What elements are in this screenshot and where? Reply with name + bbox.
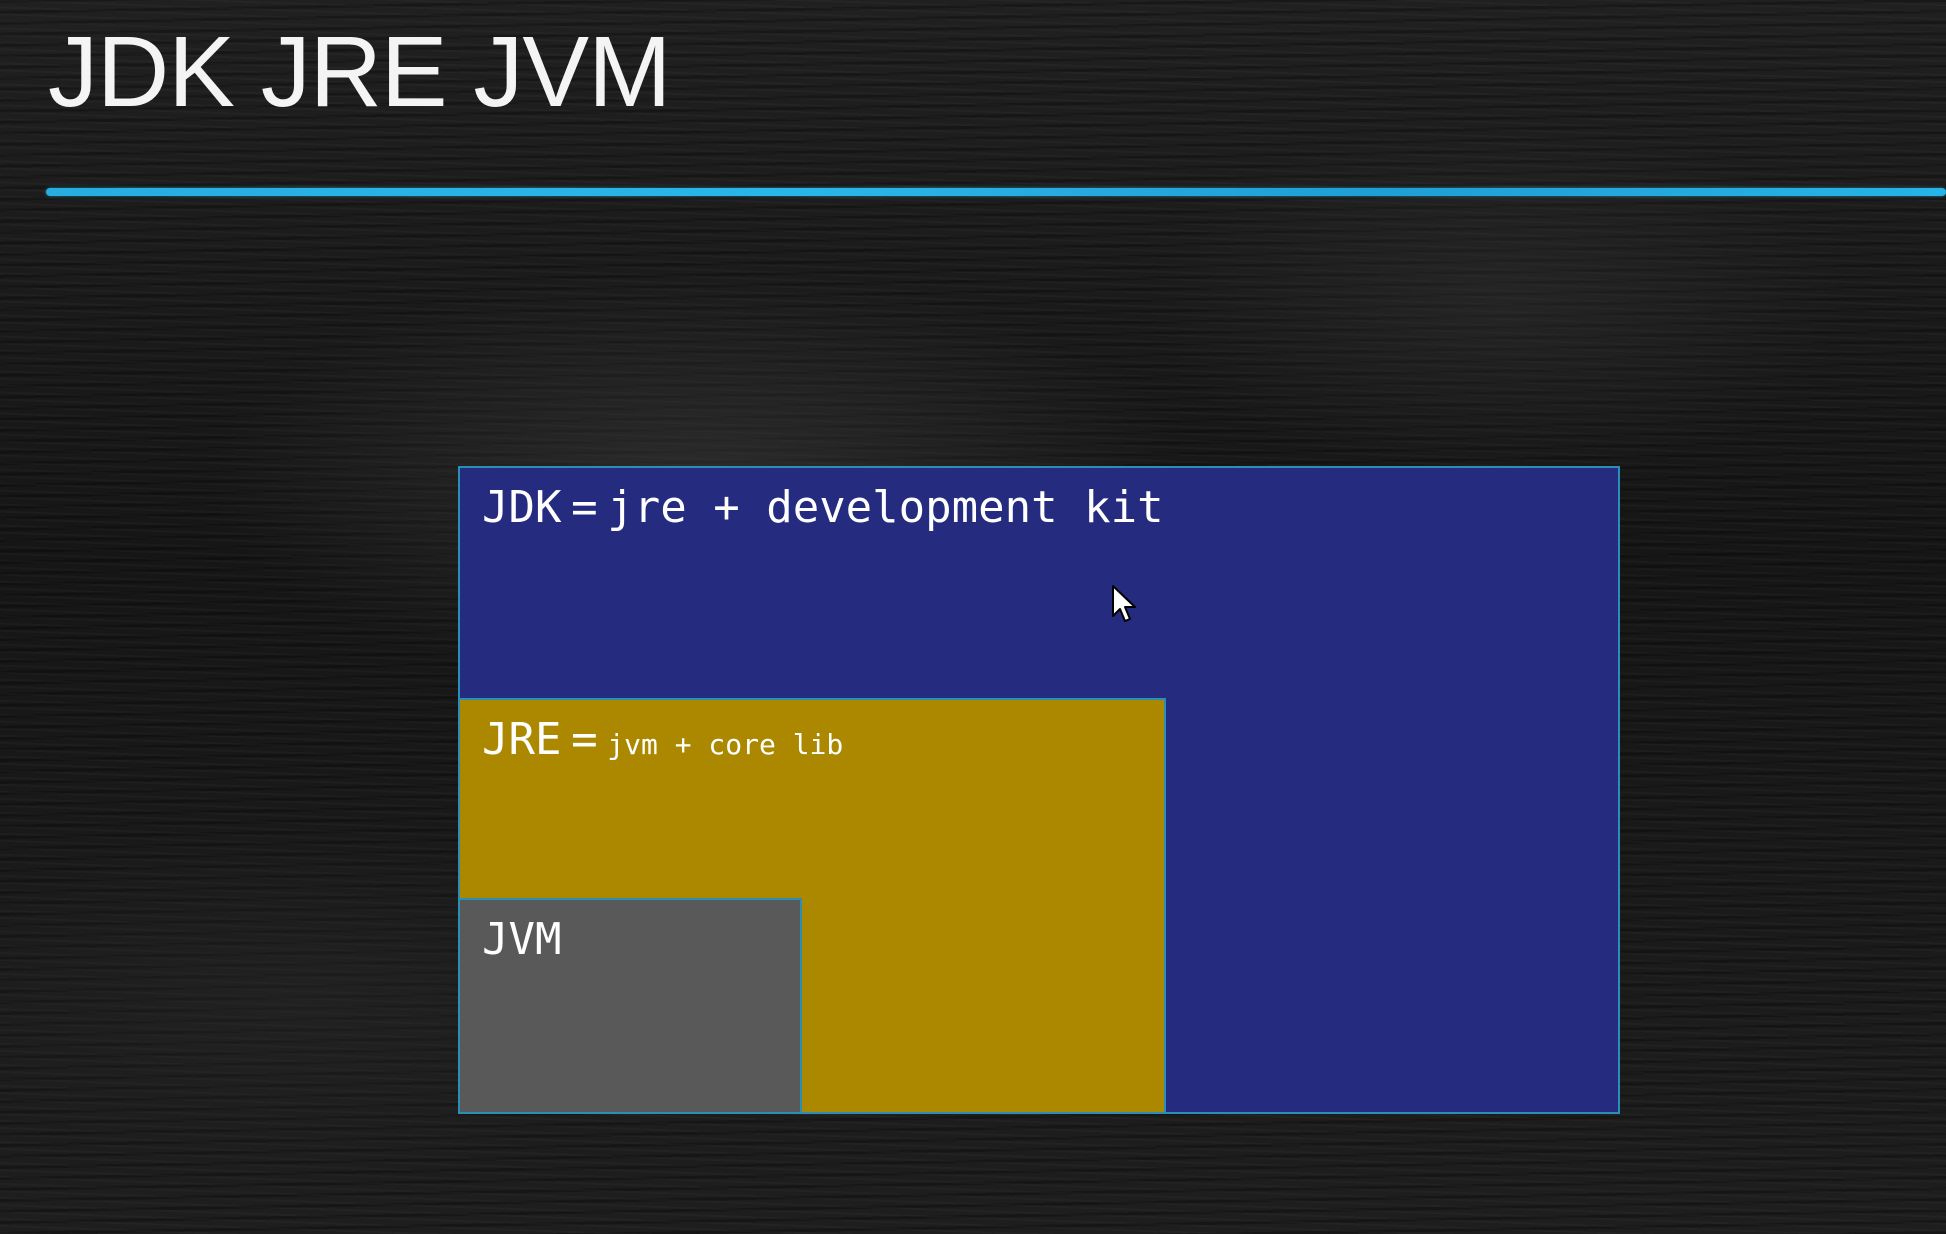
jvm-name: JVM xyxy=(482,914,562,965)
jre-equals: = xyxy=(571,714,598,765)
jdk-definition: jre + development kit xyxy=(607,482,1164,533)
jdk-jre-jvm-diagram: JDK = jre + development kit JRE = jvm + … xyxy=(458,466,1620,1114)
title-underline xyxy=(46,188,1946,196)
jdk-label: JDK = jre + development kit xyxy=(482,482,1164,533)
jvm-label: JVM xyxy=(482,914,561,965)
jre-label: JRE = jvm + core lib xyxy=(482,714,843,765)
slide-title: JDK JRE JVM xyxy=(48,16,671,128)
jdk-equals: = xyxy=(571,482,598,533)
jre-definition: jvm + core lib xyxy=(607,728,844,761)
jvm-box: JVM xyxy=(458,898,802,1114)
jdk-name: JDK xyxy=(482,482,562,533)
jre-name: JRE xyxy=(482,714,562,765)
mouse-pointer-icon xyxy=(1112,585,1136,622)
